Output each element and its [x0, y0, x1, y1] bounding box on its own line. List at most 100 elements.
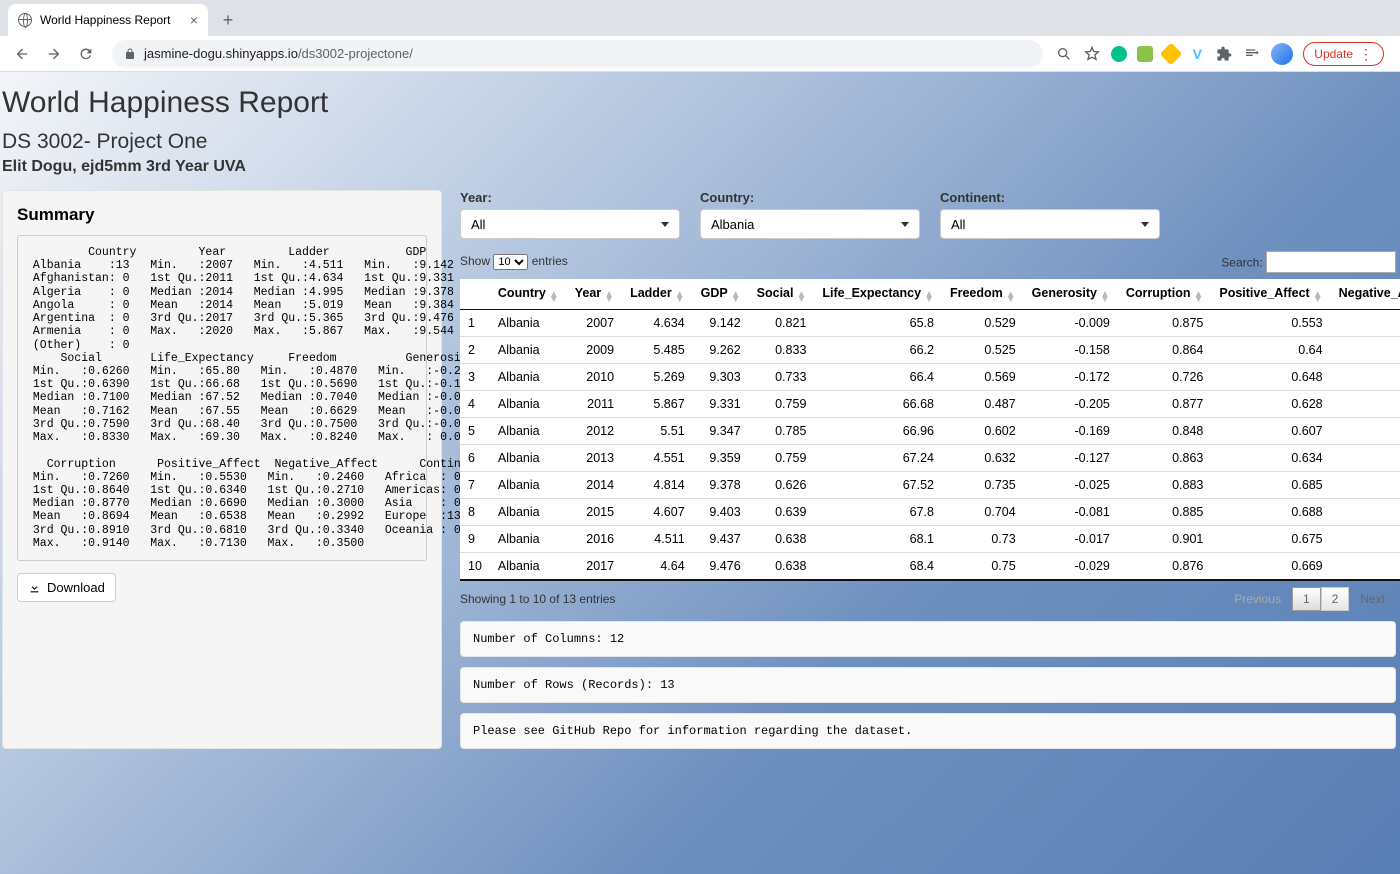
table-cell: Albania [490, 391, 567, 418]
table-cell: -0.127 [1024, 445, 1118, 472]
table-cell: 0.876 [1118, 553, 1211, 581]
browser-tab[interactable]: World Happiness Report × [8, 4, 208, 36]
table-cell: 0.569 [942, 364, 1024, 391]
table-body: 1Albania20074.6349.1420.82165.80.529-0.0… [460, 310, 1400, 581]
page-next[interactable]: Next [1349, 587, 1396, 611]
column-header[interactable]: Life_Expectancy▲▼ [814, 279, 942, 310]
table-cell: 9.403 [693, 499, 749, 526]
summary-panel: Summary Country Year Ladder GDP Albania … [2, 190, 442, 749]
close-icon[interactable]: × [190, 12, 198, 28]
summary-box: Country Year Ladder GDP Albania :13 Min.… [17, 235, 427, 561]
table-row[interactable]: 10Albania20174.649.4760.63868.40.75-0.02… [460, 553, 1400, 581]
table-cell: 4.551 [622, 445, 693, 472]
column-header[interactable]: Freedom▲▼ [942, 279, 1024, 310]
back-button[interactable] [8, 40, 36, 68]
table-cell: 0.733 [749, 364, 815, 391]
app-root: World Happiness Report DS 3002- Project … [0, 72, 1400, 874]
sort-icon: ▲▼ [1193, 292, 1203, 302]
table-row[interactable]: 3Albania20105.2699.3030.73366.40.569-0.1… [460, 364, 1400, 391]
column-header[interactable]: Year▲▼ [567, 279, 622, 310]
table-cell: 0.335 [1331, 472, 1400, 499]
extension-yellow-icon[interactable] [1160, 42, 1183, 65]
search-input[interactable] [1266, 251, 1396, 273]
table-row[interactable]: 1Albania20074.6349.1420.82165.80.529-0.0… [460, 310, 1400, 337]
table-cell: Albania [490, 472, 567, 499]
table-row[interactable]: 7Albania20144.8149.3780.62667.520.735-0.… [460, 472, 1400, 499]
url-bar[interactable]: jasmine-dogu.shinyapps.io/ds3002-project… [112, 40, 1043, 68]
table-cell: 0.877 [1118, 391, 1211, 418]
table-cell: 0.35 [1331, 499, 1400, 526]
reload-icon [78, 46, 94, 62]
column-header[interactable]: Generosity▲▼ [1024, 279, 1118, 310]
table-cell: 9.378 [693, 472, 749, 499]
reload-button[interactable] [72, 40, 100, 68]
table-cell: 9.331 [693, 391, 749, 418]
filter-year-select[interactable]: All [460, 209, 680, 239]
table-cell: 0.785 [749, 418, 815, 445]
entries-select[interactable]: 10 [493, 254, 528, 270]
table-cell: 0.257 [1331, 391, 1400, 418]
table-cell: Albania [490, 445, 567, 472]
table-cell: 0.864 [1118, 337, 1211, 364]
filter-country-select[interactable]: Albania [700, 209, 920, 239]
main-panel: Year: All Country: Albania [460, 190, 1400, 749]
column-header[interactable]: Social▲▼ [749, 279, 815, 310]
table-head: Country▲▼Year▲▼Ladder▲▼GDP▲▼Social▲▼Life… [460, 279, 1400, 310]
update-button[interactable]: Update ⋮ [1303, 42, 1384, 66]
sort-icon: ▲▼ [604, 292, 614, 302]
download-icon [28, 581, 41, 594]
table-cell: -0.017 [1024, 526, 1118, 553]
forward-button[interactable] [40, 40, 68, 68]
table-cell: 0.607 [1211, 418, 1330, 445]
reading-list-icon[interactable] [1243, 45, 1261, 63]
download-button[interactable]: Download [17, 573, 116, 602]
column-header[interactable]: GDP▲▼ [693, 279, 749, 310]
table-cell: 0.726 [1118, 364, 1211, 391]
column-header[interactable]: Country▲▼ [490, 279, 567, 310]
extension-green-icon[interactable] [1137, 46, 1153, 62]
zoom-icon[interactable] [1055, 45, 1073, 63]
star-icon[interactable] [1083, 45, 1101, 63]
page-previous[interactable]: Previous [1223, 587, 1292, 611]
table-row[interactable]: 9Albania20164.5119.4370.63868.10.73-0.01… [460, 526, 1400, 553]
page-number[interactable]: 1 [1292, 587, 1321, 611]
extension-v-icon[interactable]: V [1189, 46, 1205, 62]
filter-continent: Continent: All [940, 190, 1160, 239]
pagination: Previous 12 Next [1223, 587, 1396, 611]
table-cell: 0.279 [1331, 337, 1400, 364]
table-cell: 68.4 [814, 553, 942, 581]
column-header[interactable]: Negative_Affect▲▼ [1331, 279, 1400, 310]
column-header[interactable]: Ladder▲▼ [622, 279, 693, 310]
table-cell: 0.669 [1211, 553, 1330, 581]
profile-avatar[interactable] [1271, 43, 1293, 65]
table-cell: 0.638 [749, 553, 815, 581]
table-cell: 4.634 [622, 310, 693, 337]
table-cell: 2016 [567, 526, 622, 553]
table-cell: 5.269 [622, 364, 693, 391]
table-cell: 9 [460, 526, 490, 553]
table-cell: 0.634 [1211, 445, 1330, 472]
extension-grammarly-icon[interactable] [1111, 46, 1127, 62]
filter-continent-select[interactable]: All [940, 209, 1160, 239]
table-cell: Albania [490, 499, 567, 526]
info-box: Number of Rows (Records): 13 [460, 667, 1396, 703]
table-row[interactable]: 4Albania20115.8679.3310.75966.680.487-0.… [460, 391, 1400, 418]
table-row[interactable]: 8Albania20154.6079.4030.63967.80.704-0.0… [460, 499, 1400, 526]
column-header[interactable]: Positive_Affect▲▼ [1211, 279, 1330, 310]
table-row[interactable]: 2Albania20095.4859.2620.83366.20.525-0.1… [460, 337, 1400, 364]
table-row[interactable]: 6Albania20134.5519.3590.75967.240.632-0.… [460, 445, 1400, 472]
table-cell: 2011 [567, 391, 622, 418]
sort-icon: ▲▼ [731, 292, 741, 302]
page-number[interactable]: 2 [1321, 587, 1350, 611]
table-cell: -0.025 [1024, 472, 1118, 499]
new-tab-button[interactable]: + [214, 6, 242, 34]
column-header[interactable] [460, 279, 490, 310]
table-cell: 0.64 [1211, 337, 1330, 364]
table-cell: 4 [460, 391, 490, 418]
column-header[interactable]: Corruption▲▼ [1118, 279, 1211, 310]
table-row[interactable]: 5Albania20125.519.3470.78566.960.602-0.1… [460, 418, 1400, 445]
table-cell: -0.158 [1024, 337, 1118, 364]
extensions-puzzle-icon[interactable] [1215, 45, 1233, 63]
table-cell: 0.875 [1118, 310, 1211, 337]
data-table: Country▲▼Year▲▼Ladder▲▼GDP▲▼Social▲▼Life… [460, 279, 1400, 581]
